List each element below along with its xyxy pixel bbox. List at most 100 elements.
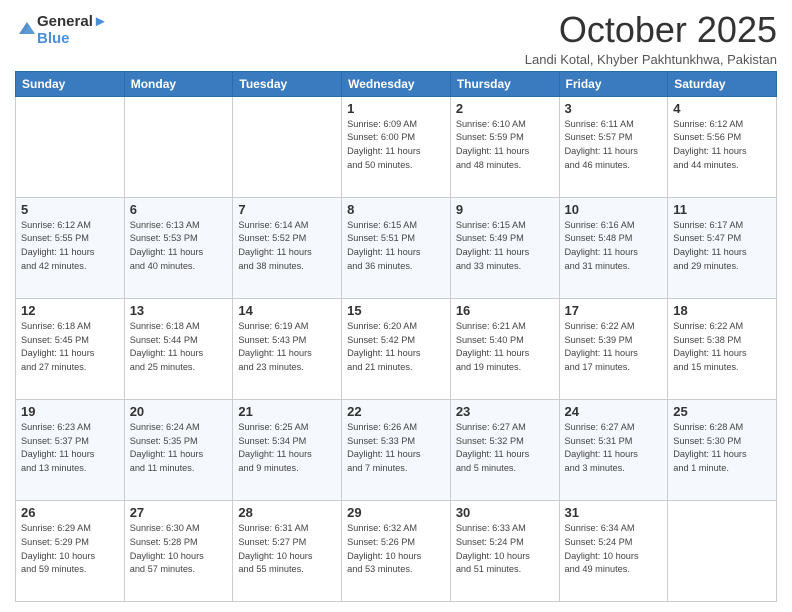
day-number: 10 <box>565 202 663 217</box>
day-number: 9 <box>456 202 554 217</box>
table-row: 10 Sunrise: 6:16 AMSunset: 5:48 PMDayligh… <box>559 197 668 298</box>
day-info: Sunrise: 6:18 AMSunset: 5:45 PMDaylight:… <box>21 320 119 375</box>
week-row-1: 5Sunrise: 6:12 AMSunset: 5:55 PMDaylight… <box>16 197 777 298</box>
table-row: 13 Sunrise: 6:18 AMSunset: 5:44 PMDayligh… <box>124 298 233 399</box>
table-row: 4Sunrise: 6:12 AMSunset: 5:56 PMDaylight… <box>668 96 777 197</box>
day-info: Sunrise: 6:15 AMSunset: 5:49 PMDaylight:… <box>456 219 554 274</box>
day-info: Sunrise: 6:16 AMSunset: 5:48 PMDaylight:… <box>565 219 663 274</box>
table-row: 29 Sunrise: 6:32 AMSunset: 5:26 PMDayligh… <box>342 500 451 601</box>
table-row: 24 Sunrise: 6:27 AMSunset: 5:31 PMDayligh… <box>559 399 668 500</box>
table-row <box>16 96 125 197</box>
subtitle: Landi Kotal, Khyber Pakhtunkhwa, Pakista… <box>525 52 777 67</box>
day-info: Sunrise: 6:31 AMSunset: 5:27 PMDaylight:… <box>238 522 336 577</box>
day-info: Sunrise: 6:17 AMSunset: 5:47 PMDaylight:… <box>673 219 771 274</box>
day-number: 27 <box>130 505 228 520</box>
col-saturday: Saturday <box>668 71 777 96</box>
page: General► Blue October 2025 Landi Kotal, … <box>0 0 792 612</box>
table-row: 9 Sunrise: 6:15 AMSunset: 5:49 PMDaylight… <box>450 197 559 298</box>
day-number: 25 <box>673 404 771 419</box>
day-info: Sunrise: 6:32 AMSunset: 5:26 PMDaylight:… <box>347 522 445 577</box>
day-number: 30 <box>456 505 554 520</box>
day-number: 14 <box>238 303 336 318</box>
table-row: 2Sunrise: 6:10 AMSunset: 5:59 PMDaylight… <box>450 96 559 197</box>
day-number: 7 <box>238 202 336 217</box>
col-monday: Monday <box>124 71 233 96</box>
day-info: Sunrise: 6:29 AMSunset: 5:29 PMDaylight:… <box>21 522 119 577</box>
table-row: 22 Sunrise: 6:26 AMSunset: 5:33 PMDayligh… <box>342 399 451 500</box>
day-number: 13 <box>130 303 228 318</box>
table-row: 18Sunrise: 6:22 AMSunset: 5:38 PMDayligh… <box>668 298 777 399</box>
table-row: 23Sunrise: 6:27 AMSunset: 5:32 PMDayligh… <box>450 399 559 500</box>
title-section: October 2025 Landi Kotal, Khyber Pakhtun… <box>525 10 777 67</box>
col-thursday: Thursday <box>450 71 559 96</box>
table-row: 28 Sunrise: 6:31 AMSunset: 5:27 PMDayligh… <box>233 500 342 601</box>
day-number: 11 <box>673 202 771 217</box>
day-info: Sunrise: 6:22 AMSunset: 5:38 PMDaylight:… <box>673 320 771 375</box>
day-number: 3 <box>565 101 663 116</box>
table-row: 30Sunrise: 6:33 AMSunset: 5:24 PMDayligh… <box>450 500 559 601</box>
table-row: 21Sunrise: 6:25 AMSunset: 5:34 PMDayligh… <box>233 399 342 500</box>
day-info: Sunrise: 6:21 AMSunset: 5:40 PMDaylight:… <box>456 320 554 375</box>
day-number: 6 <box>130 202 228 217</box>
table-row: 3 Sunrise: 6:11 AMSunset: 5:57 PMDaylight… <box>559 96 668 197</box>
logo-line2: Blue <box>37 31 108 48</box>
table-row <box>233 96 342 197</box>
day-number: 2 <box>456 101 554 116</box>
logo-line1: General► <box>37 14 108 31</box>
col-friday: Friday <box>559 71 668 96</box>
table-row: 11 Sunrise: 6:17 AMSunset: 5:47 PMDayligh… <box>668 197 777 298</box>
day-info: Sunrise: 6:22 AMSunset: 5:39 PMDaylight:… <box>565 320 663 375</box>
table-row: 7 Sunrise: 6:14 AMSunset: 5:52 PMDaylight… <box>233 197 342 298</box>
table-row: 31 Sunrise: 6:34 AMSunset: 5:24 PMDayligh… <box>559 500 668 601</box>
day-number: 28 <box>238 505 336 520</box>
day-info: Sunrise: 6:34 AMSunset: 5:24 PMDaylight:… <box>565 522 663 577</box>
table-row: 16Sunrise: 6:21 AMSunset: 5:40 PMDayligh… <box>450 298 559 399</box>
col-wednesday: Wednesday <box>342 71 451 96</box>
week-row-2: 12 Sunrise: 6:18 AMSunset: 5:45 PMDayligh… <box>16 298 777 399</box>
day-info: Sunrise: 6:12 AMSunset: 5:55 PMDaylight:… <box>21 219 119 274</box>
header: General► Blue October 2025 Landi Kotal, … <box>15 10 777 67</box>
day-info: Sunrise: 6:14 AMSunset: 5:52 PMDaylight:… <box>238 219 336 274</box>
table-row: 17Sunrise: 6:22 AMSunset: 5:39 PMDayligh… <box>559 298 668 399</box>
table-row: 20 Sunrise: 6:24 AMSunset: 5:35 PMDayligh… <box>124 399 233 500</box>
table-row: 15Sunrise: 6:20 AMSunset: 5:42 PMDayligh… <box>342 298 451 399</box>
day-number: 29 <box>347 505 445 520</box>
table-row: 5Sunrise: 6:12 AMSunset: 5:55 PMDaylight… <box>16 197 125 298</box>
day-number: 22 <box>347 404 445 419</box>
week-row-4: 26Sunrise: 6:29 AMSunset: 5:29 PMDayligh… <box>16 500 777 601</box>
table-row: 25 Sunrise: 6:28 AMSunset: 5:30 PMDayligh… <box>668 399 777 500</box>
table-row <box>668 500 777 601</box>
table-row: 1Sunrise: 6:09 AMSunset: 6:00 PMDaylight… <box>342 96 451 197</box>
table-row: 12 Sunrise: 6:18 AMSunset: 5:45 PMDayligh… <box>16 298 125 399</box>
col-sunday: Sunday <box>16 71 125 96</box>
day-number: 24 <box>565 404 663 419</box>
day-number: 15 <box>347 303 445 318</box>
day-info: Sunrise: 6:24 AMSunset: 5:35 PMDaylight:… <box>130 421 228 476</box>
logo: General► Blue <box>15 14 108 47</box>
table-row: 14 Sunrise: 6:19 AMSunset: 5:43 PMDayligh… <box>233 298 342 399</box>
day-info: Sunrise: 6:23 AMSunset: 5:37 PMDaylight:… <box>21 421 119 476</box>
day-number: 21 <box>238 404 336 419</box>
day-info: Sunrise: 6:26 AMSunset: 5:33 PMDaylight:… <box>347 421 445 476</box>
day-number: 12 <box>21 303 119 318</box>
table-row: 6 Sunrise: 6:13 AMSunset: 5:53 PMDaylight… <box>124 197 233 298</box>
table-row: 19Sunrise: 6:23 AMSunset: 5:37 PMDayligh… <box>16 399 125 500</box>
day-info: Sunrise: 6:09 AMSunset: 6:00 PMDaylight:… <box>347 118 445 173</box>
week-row-0: 1Sunrise: 6:09 AMSunset: 6:00 PMDaylight… <box>16 96 777 197</box>
day-info: Sunrise: 6:27 AMSunset: 5:31 PMDaylight:… <box>565 421 663 476</box>
day-number: 31 <box>565 505 663 520</box>
day-info: Sunrise: 6:27 AMSunset: 5:32 PMDaylight:… <box>456 421 554 476</box>
day-info: Sunrise: 6:13 AMSunset: 5:53 PMDaylight:… <box>130 219 228 274</box>
day-info: Sunrise: 6:11 AMSunset: 5:57 PMDaylight:… <box>565 118 663 173</box>
day-info: Sunrise: 6:28 AMSunset: 5:30 PMDaylight:… <box>673 421 771 476</box>
day-info: Sunrise: 6:12 AMSunset: 5:56 PMDaylight:… <box>673 118 771 173</box>
table-row: 26Sunrise: 6:29 AMSunset: 5:29 PMDayligh… <box>16 500 125 601</box>
day-info: Sunrise: 6:30 AMSunset: 5:28 PMDaylight:… <box>130 522 228 577</box>
day-number: 20 <box>130 404 228 419</box>
logo-icon <box>17 18 37 38</box>
day-info: Sunrise: 6:19 AMSunset: 5:43 PMDaylight:… <box>238 320 336 375</box>
col-tuesday: Tuesday <box>233 71 342 96</box>
day-info: Sunrise: 6:15 AMSunset: 5:51 PMDaylight:… <box>347 219 445 274</box>
day-info: Sunrise: 6:18 AMSunset: 5:44 PMDaylight:… <box>130 320 228 375</box>
calendar-table: Sunday Monday Tuesday Wednesday Thursday… <box>15 71 777 602</box>
